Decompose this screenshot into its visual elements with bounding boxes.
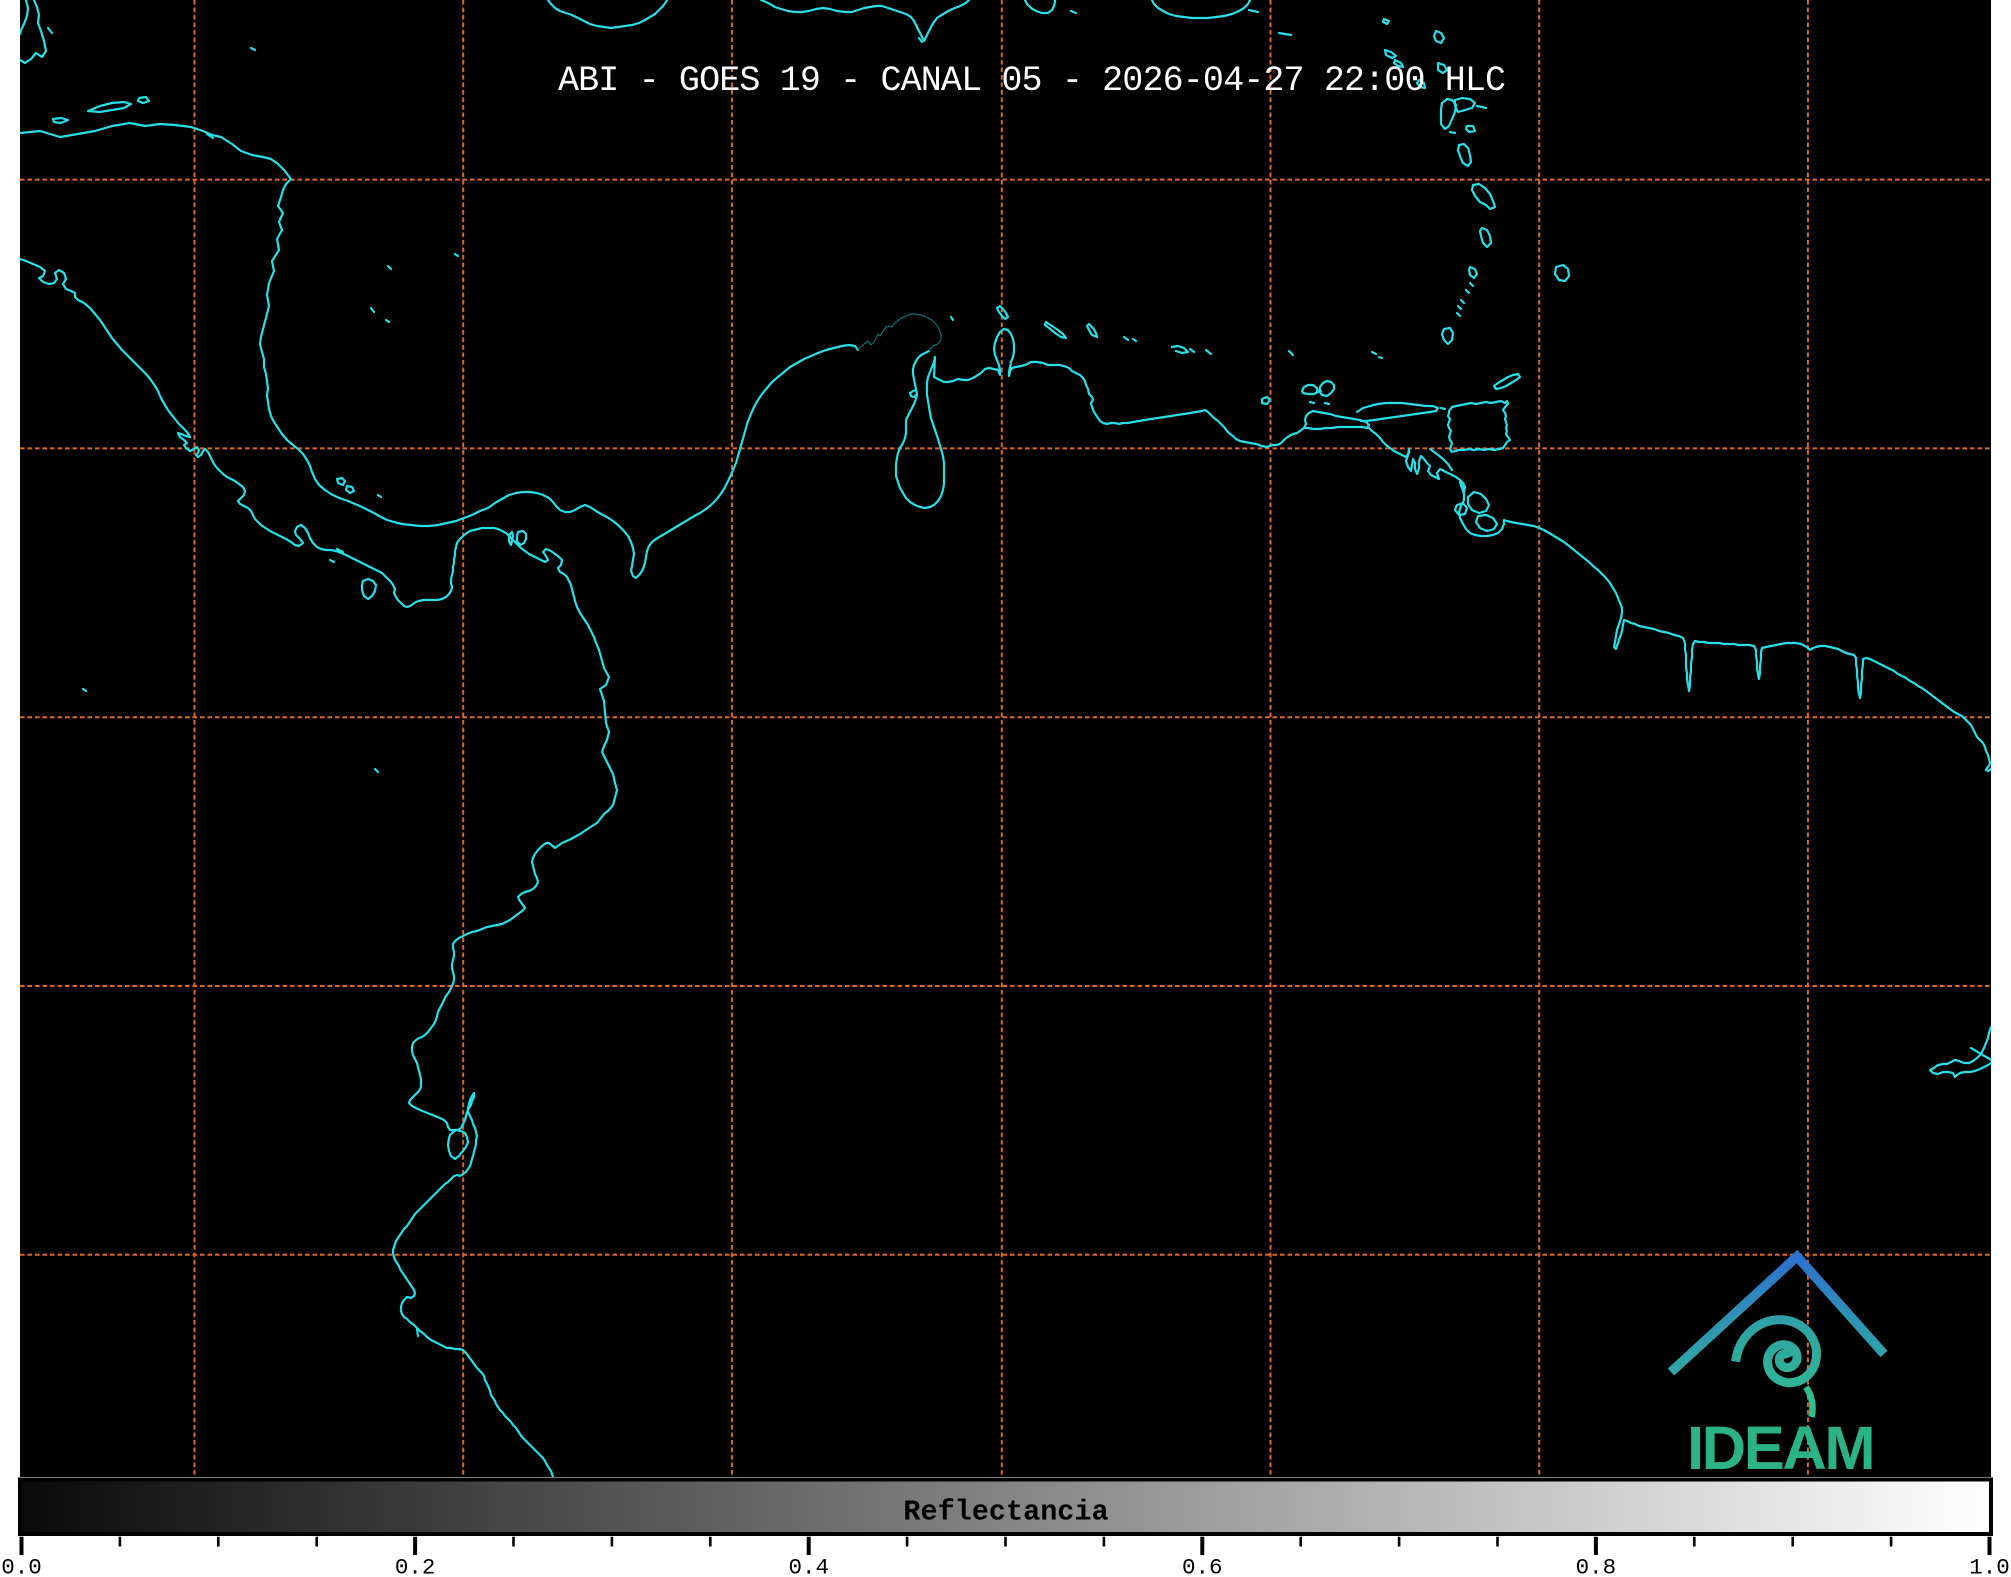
svg-text:Reflectancia: Reflectancia <box>903 1496 1108 1529</box>
svg-text:IDEAM: IDEAM <box>1687 1414 1873 1483</box>
svg-text:ABI - GOES 19 - CANAL 05 - 202: ABI - GOES 19 - CANAL 05 - 2026-04-27 22… <box>558 61 1505 101</box>
svg-text:0.0: 0.0 <box>1 1555 42 1577</box>
svg-text:0.8: 0.8 <box>1576 1555 1617 1577</box>
svg-text:1.0: 1.0 <box>1969 1555 2010 1577</box>
svg-text:0.2: 0.2 <box>395 1555 436 1577</box>
svg-text:0.4: 0.4 <box>788 1555 829 1577</box>
svg-text:0.6: 0.6 <box>1182 1555 1223 1577</box>
